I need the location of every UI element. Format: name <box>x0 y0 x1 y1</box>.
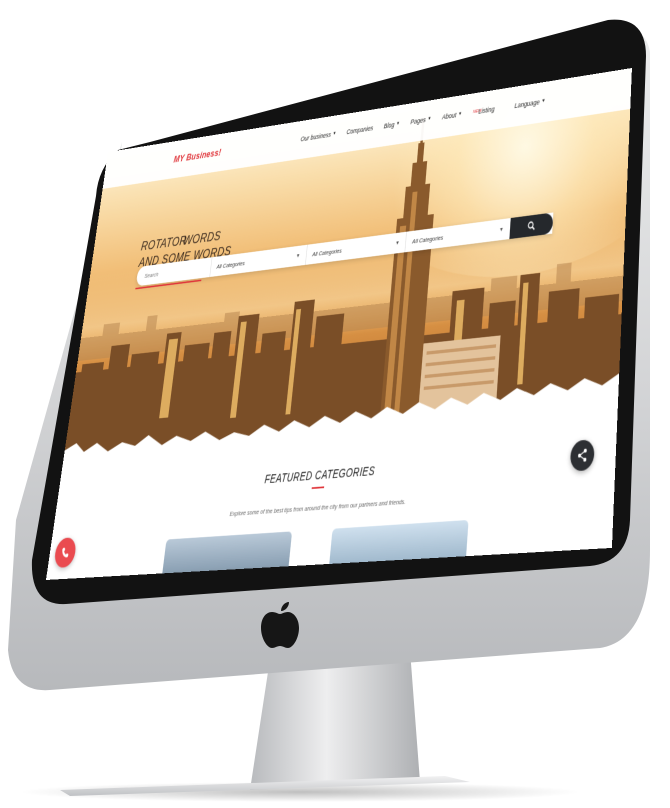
caret-down-icon: ▼ <box>427 116 432 122</box>
caret-down-icon: ▼ <box>396 121 400 127</box>
caret-down-icon: ▼ <box>395 240 400 247</box>
share-button[interactable] <box>569 439 595 472</box>
select-value: All Categories <box>311 246 343 258</box>
nav-label: Listing <box>478 105 495 116</box>
select-value: All Categories <box>216 259 246 270</box>
caret-down-icon: ▼ <box>499 226 504 233</box>
nav-label: Language <box>514 98 540 110</box>
caret-down-icon: ▼ <box>541 98 546 104</box>
caret-down-icon: ▼ <box>458 111 463 117</box>
nav-label: Pages <box>410 115 427 126</box>
select-value: All Categories <box>412 233 444 245</box>
nav-item-listing[interactable]: NEW Listing <box>473 105 495 116</box>
share-icon <box>576 448 588 463</box>
nav-item-language[interactable]: Language ▼ <box>514 97 545 110</box>
caret-down-icon: ▼ <box>295 252 301 259</box>
search-icon <box>527 220 535 231</box>
site-logo[interactable]: MY Business! <box>173 147 222 165</box>
phone-icon <box>61 547 70 558</box>
nav-label: Our business <box>300 130 332 143</box>
nav-item-pages[interactable]: Pages ▼ <box>410 115 431 126</box>
nav-item-about[interactable]: About ▼ <box>442 110 462 121</box>
featured-underline <box>311 486 325 490</box>
nav-item-companies[interactable]: Companies <box>346 124 373 136</box>
phone-button[interactable] <box>53 537 78 569</box>
nav-item-our-business[interactable]: Our business ▼ <box>300 130 336 143</box>
search-input[interactable]: Search <box>137 264 211 280</box>
caret-down-icon: ▼ <box>332 131 337 137</box>
nav-label: Blog <box>383 120 395 130</box>
nav-item-blog[interactable]: Blog ▼ <box>383 120 400 130</box>
nav-label: About <box>441 111 457 121</box>
nav-label: Companies <box>346 124 374 136</box>
